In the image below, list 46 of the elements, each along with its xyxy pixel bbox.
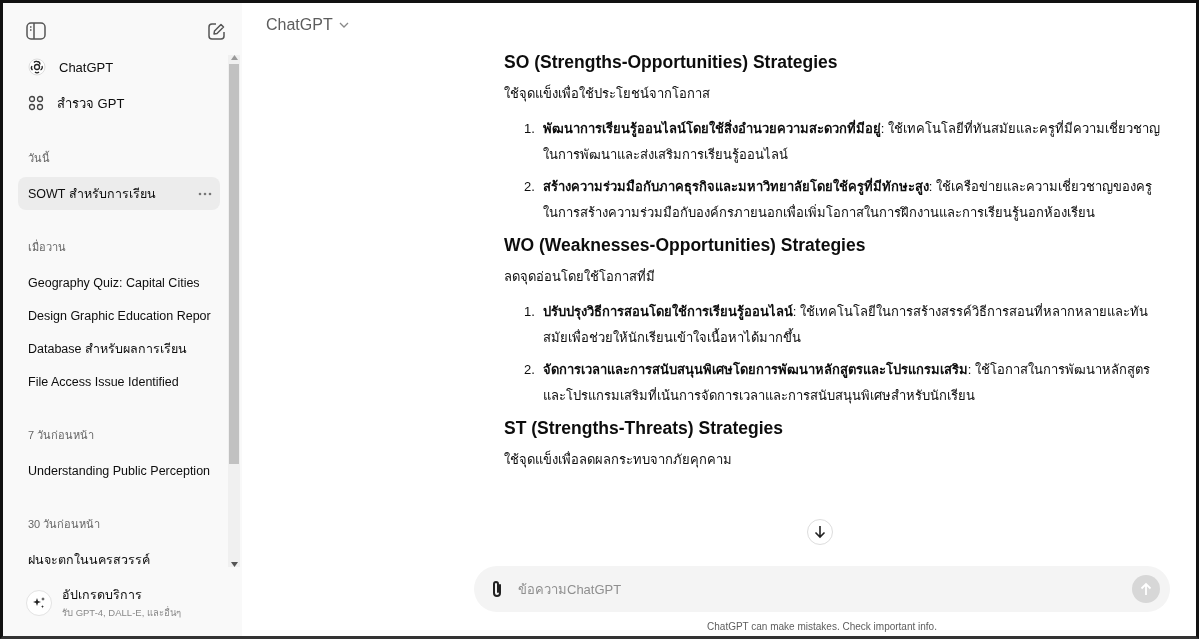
section-heading: 7 วันก่อนหน้า: [27, 428, 96, 443]
list-item-text: จัดการเวลาและการสนับสนุนพิเศษโดยการพัฒนาหลักสูตรและโปรแกรมเสริม: ใช้โอกาสในการพัฒนาหลักสูตรและโปรแกรมเสริมที่เน้นการจัดการเวลาและการสนับสนุนพิเศษสำหรับนักเรียน: [542, 361, 1152, 406]
chat-item[interactable]: SOWT สำหรับการเรียน: [18, 177, 220, 210]
list-number: 2.: [524, 178, 535, 196]
section-heading: SO (Strengths-Opportunities) Strategies: [504, 52, 839, 73]
upgrade-title[interactable]: อัปเกรดบริการ: [62, 585, 181, 605]
section-heading: ST (Strengths-Threats) Strategies: [504, 418, 785, 439]
new-chat-icon[interactable]: [207, 22, 226, 41]
section-heading: 30 วันก่อนหน้า: [27, 517, 102, 532]
sidebar-toggle-icon[interactable]: [26, 22, 46, 40]
grid-icon: [28, 95, 44, 111]
list-number: 1.: [524, 120, 535, 138]
list-number: 1.: [524, 303, 535, 321]
logo-icon: [28, 58, 46, 76]
list-item-text: ปรับปรุงวิธีการสอนโดยใช้การเรียนรู้ออนไลน์: ใช้เทคโนโลยีในการสร้างสรรค์วิธีการสอนที่หลากหลายและทันสมัยเพื่อช่วยให้นักเรียนเข้าใจเนื้อหาได้มากขึ้น: [542, 302, 1150, 347]
arrow-down-icon: [814, 525, 826, 539]
intro-text: ใช้จุดแข็งเพื่อลดผลกระทบจากภัยคุกคาม: [504, 449, 733, 470]
more-icon[interactable]: [198, 191, 212, 196]
upgrade-subtitle: รับ GPT-4, DALL-E, และอื่นๆ: [62, 605, 181, 620]
disclaimer-text: ChatGPT can make mistakes. Check important info.: [706, 620, 938, 634]
sidebar-link[interactable]: ChatGPT: [18, 49, 220, 85]
list-number: 2.: [524, 361, 535, 379]
list-item-text: สร้างความร่วมมือกับภาคธุรกิจและมหาวิทยาลัยโดยใช้ครูที่มีทักษะสูง: ใช้เครือข่ายและความเชี่ยวชาญของครูในการสร้างความร่วมมือกับองค์กรภายนอกเพื่อเพิ่มโอกาสในการฝึกงานและการเรียนรู้นอกห้องเรียน: [542, 176, 1154, 223]
scroll-down-button[interactable]: [807, 519, 833, 545]
arrow-up-icon: [1140, 582, 1152, 596]
message-field[interactable]: ข้อความChatGPT: [474, 566, 1170, 612]
chat-item[interactable]: File Access Issue Identified: [18, 365, 220, 398]
sparkle-icon[interactable]: [26, 589, 52, 616]
intro-text: ลดจุดอ่อนโดยใช้โอกาสที่มี: [504, 267, 656, 287]
section-heading: เมื่อวาน: [27, 238, 67, 255]
chat-item[interactable]: ฝนจะตกในนครสวรรค์: [18, 543, 220, 571]
scrollbar[interactable]: [228, 55, 240, 567]
sidebar-link[interactable]: สำรวจ GPT: [18, 85, 220, 121]
model-selector[interactable]: ChatGPT: [266, 16, 349, 34]
message-input[interactable]: ข้อความChatGPT: [516, 580, 1120, 598]
chat-item[interactable]: Design Graphic Education Repor: [18, 299, 220, 332]
list-item-text: พัฒนาการเรียนรู้ออนไลน์โดยใช้สิ่งอำนวยความสะดวกที่มีอยู่: ใช้เทคโนโลยีที่ทันสมัยและครูที่มีความเชี่ยวชาญในการพัฒนาและส่งเสริมการเรียนรู้ออนไลน์: [542, 118, 1162, 165]
chat-item[interactable]: Understanding Public Perception: [18, 454, 220, 487]
chat-item[interactable]: Database สำหรับผลการเรียน: [18, 332, 220, 365]
scroll-down-icon[interactable]: [230, 562, 238, 567]
attach-icon[interactable]: [490, 579, 504, 599]
section-heading: วันนี้: [27, 150, 51, 166]
chevron-down-icon[interactable]: [338, 22, 349, 28]
chat-item[interactable]: Geography Quiz: Capital Cities: [18, 266, 220, 299]
section-heading: WO (Weaknesses-Opportunities) Strategies: [504, 235, 867, 256]
intro-text: ใช้จุดแข็งเพื่อใช้ประโยชน์จากโอกาส: [504, 83, 711, 104]
